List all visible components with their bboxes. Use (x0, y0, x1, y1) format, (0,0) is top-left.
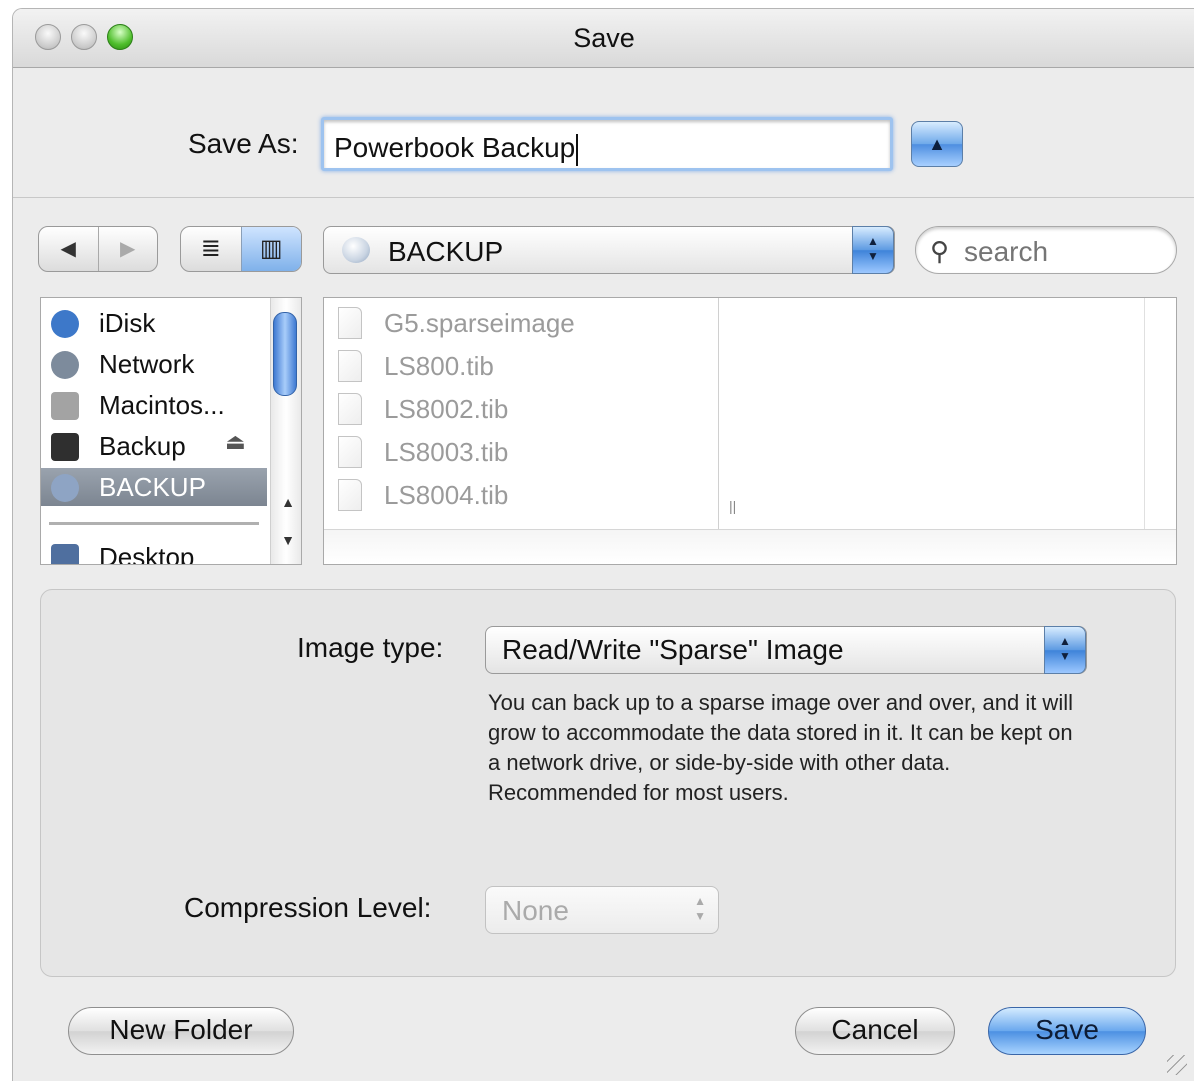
sidebar-item-desktop[interactable]: Desktop (41, 538, 267, 565)
popup-arrows-icon: ▲ ▼ (694, 894, 706, 923)
divider (13, 197, 1194, 198)
search-icon: ⚲ (930, 236, 950, 266)
resize-grip-icon[interactable] (1167, 1055, 1187, 1075)
desktop-icon (51, 544, 79, 564)
list-view-button[interactable]: ≣ (181, 227, 241, 271)
file-name: LS800.tib (384, 351, 494, 381)
text-cursor (576, 133, 579, 166)
scroll-down-icon[interactable]: ▼ (281, 532, 295, 548)
document-icon (338, 393, 362, 425)
column-resize-handle[interactable]: || (729, 498, 736, 514)
file-item[interactable]: LS8003.tib (324, 431, 718, 473)
forward-button[interactable]: ▶ (97, 227, 158, 271)
file-item[interactable]: G5.sparseimage (324, 302, 718, 344)
sidebar-item-label: Desktop (99, 542, 195, 565)
sidebar-divider (49, 522, 259, 525)
new-folder-button[interactable]: New Folder (68, 1007, 294, 1055)
sidebar-item-label: Network (99, 349, 195, 379)
file-browser: G5.sparseimage LS800.tib LS8002.tib LS80… (323, 297, 1177, 565)
options-panel: Image type: Read/Write "Sparse" Image ▲ ▼… (40, 589, 1176, 977)
sidebar-item-macintosh-hd[interactable]: Macintos... (41, 386, 267, 424)
file-item[interactable]: LS800.tib (324, 345, 718, 387)
view-mode-group: ≣ ▥ (180, 226, 302, 272)
network-icon (51, 351, 79, 379)
disk-image-icon (51, 474, 79, 502)
sparseimage-file-icon (338, 307, 362, 339)
list-view-icon: ≣ (200, 235, 221, 262)
document-icon (338, 350, 362, 382)
sidebar-item-idisk[interactable]: iDisk (41, 304, 267, 342)
sidebar-item-backup-image[interactable]: BACKUP (41, 468, 267, 506)
search-field[interactable]: ⚲ (915, 226, 1177, 274)
save-button[interactable]: Save (988, 1007, 1146, 1055)
document-icon (338, 436, 362, 468)
image-type-label: Image type: (297, 632, 444, 663)
column-view-button[interactable]: ▥ (240, 227, 301, 271)
triangle-up-icon: ▲ (928, 134, 946, 154)
compression-level-value: None (502, 895, 569, 926)
scroll-thumb[interactable] (273, 312, 297, 396)
sidebar-item-label: iDisk (99, 308, 156, 338)
sidebar: iDisk Network Macintos... Backup ⏏ BACKU… (40, 297, 302, 565)
column-divider (1144, 298, 1145, 530)
popup-arrows-icon: ▲ ▼ (852, 226, 894, 274)
external-drive-icon (51, 433, 79, 461)
sidebar-item-label: Macintos... (99, 390, 225, 420)
image-type-value: Read/Write "Sparse" Image (502, 634, 844, 665)
collapse-dialog-button[interactable]: ▲ (911, 121, 963, 167)
window-title: Save (573, 23, 635, 53)
sidebar-item-backup[interactable]: Backup ⏏ (41, 427, 267, 465)
horizontal-scrollbar[interactable] (324, 529, 1176, 564)
back-arrow-icon: ◀ (60, 238, 76, 260)
sidebar-item-label: Backup (99, 431, 186, 461)
forward-arrow-icon: ▶ (120, 238, 136, 260)
disk-image-icon (342, 237, 370, 263)
save-dialog: Save Save As: Powerbook Backup ▲ ◀ ▶ ≣ ▥… (12, 8, 1194, 1081)
file-item[interactable]: LS8004.tib (324, 474, 718, 516)
file-name: LS8002.tib (384, 394, 509, 424)
popup-arrows-icon: ▲ ▼ (1044, 626, 1086, 674)
hard-drive-icon (51, 392, 79, 420)
save-as-field[interactable]: Powerbook Backup (321, 117, 893, 171)
back-button[interactable]: ◀ (39, 227, 98, 271)
document-icon (338, 479, 362, 511)
title-bar: Save (13, 9, 1194, 68)
file-column: G5.sparseimage LS800.tib LS8002.tib LS80… (324, 298, 719, 530)
column-view-icon: ▥ (259, 235, 283, 262)
sidebar-item-network[interactable]: Network (41, 345, 267, 383)
file-name: LS8004.tib (384, 480, 509, 510)
back-forward-group: ◀ ▶ (38, 226, 158, 272)
cancel-button[interactable]: Cancel (795, 1007, 955, 1055)
idisk-icon (51, 310, 79, 338)
compression-level-label: Compression Level: (184, 892, 432, 923)
file-name: LS8003.tib (384, 437, 509, 467)
scroll-up-icon[interactable]: ▲ (281, 494, 295, 510)
eject-icon[interactable]: ⏏ (225, 429, 246, 455)
sidebar-item-label: BACKUP (99, 472, 206, 502)
location-label: BACKUP (388, 236, 504, 267)
save-as-value: Powerbook Backup (334, 132, 576, 163)
image-type-description: You can back up to a sparse image over a… (488, 690, 1073, 805)
image-type-popup[interactable]: Read/Write "Sparse" Image ▲ ▼ (485, 626, 1087, 674)
file-name: G5.sparseimage (384, 308, 575, 338)
location-popup[interactable]: BACKUP ▲ ▼ (323, 226, 895, 274)
search-input[interactable] (962, 235, 1166, 269)
save-as-label: Save As: (188, 128, 299, 159)
sidebar-scrollbar[interactable]: ▲ ▼ (270, 298, 301, 564)
compression-level-popup[interactable]: None ▲ ▼ (485, 886, 719, 934)
file-item[interactable]: LS8002.tib (324, 388, 718, 430)
